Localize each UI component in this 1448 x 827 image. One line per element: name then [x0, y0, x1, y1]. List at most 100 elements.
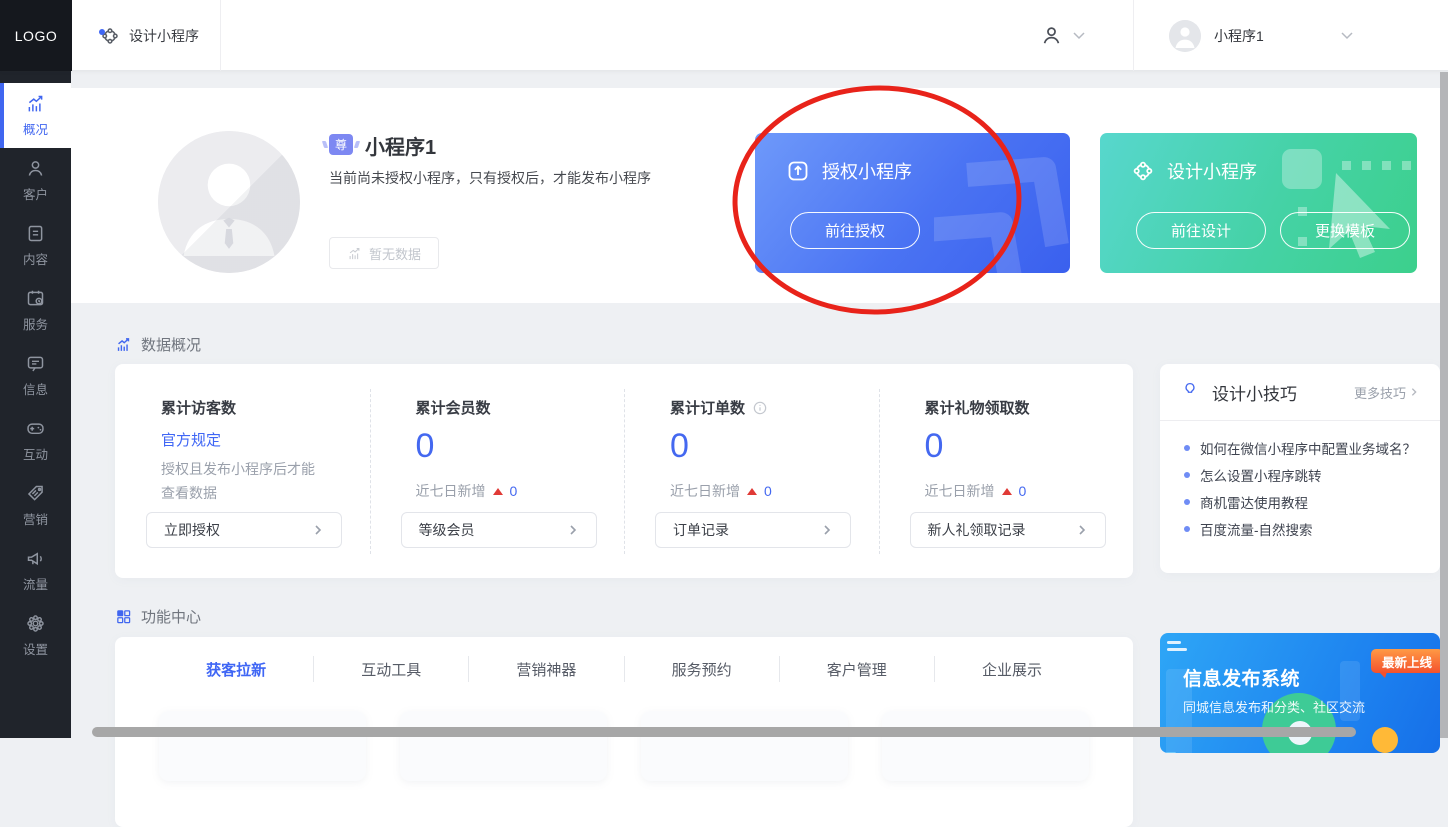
tip-item[interactable]: 百度流量-自然搜索 — [1184, 515, 1440, 542]
design-gear-icon — [1131, 159, 1155, 183]
tip-label: 如何在微信小程序中配置业务域名？ — [1200, 438, 1416, 458]
stat-visitors: 累计访客数 官方规定 授权且发布小程序后才能 查看数据 立即授权 — [115, 397, 370, 578]
data-overview-title: 数据概况 — [141, 334, 201, 355]
tip-label: 商机雷达使用教程 — [1200, 492, 1308, 512]
official-rules-link[interactable]: 官方规定 — [161, 429, 370, 450]
design-card-title: 设计小程序 — [1167, 158, 1257, 184]
stat-members: 累计会员数 0 近七日新增 0 等级会员 — [370, 397, 625, 578]
horizontal-scrollbar[interactable] — [92, 727, 1356, 737]
order-records-button[interactable]: 订单记录 — [655, 512, 851, 548]
sidebar-item-marketing[interactable]: 营销 — [0, 473, 71, 538]
sidebar-item-traffic[interactable]: 流量 — [0, 538, 71, 603]
vertical-scrollbar[interactable] — [1440, 72, 1448, 738]
stat-button-label: 等级会员 — [419, 520, 475, 540]
stat-title-row: 累计订单数 — [670, 397, 879, 418]
feature-grid-icon — [115, 608, 132, 625]
lightbulb-icon — [1181, 381, 1199, 403]
data-overview-icon — [115, 336, 132, 353]
traffic-icon — [25, 548, 46, 569]
customer-icon — [25, 158, 46, 179]
tips-header: 设计小技巧 更多技巧 — [1160, 364, 1440, 421]
chevron-right-icon — [821, 524, 833, 536]
bullet-icon — [1184, 472, 1190, 478]
tab-interactive-tools[interactable]: 互动工具 — [314, 659, 468, 680]
go-authorize-button[interactable]: 前往授权 — [790, 212, 920, 249]
stat-title: 累计访客数 — [161, 397, 370, 418]
authorize-card-title: 授权小程序 — [822, 158, 912, 184]
member-levels-button[interactable]: 等级会员 — [401, 512, 597, 548]
feature-subcard[interactable] — [641, 711, 848, 781]
service-icon — [25, 288, 46, 309]
chevron-right-icon — [1409, 387, 1419, 397]
chart-overview-icon — [25, 93, 46, 114]
stat-value: 0 — [925, 428, 1134, 465]
no-data-label: 暂无数据 — [369, 244, 421, 263]
account-chevron-down-icon — [1073, 32, 1085, 40]
workspace-name: 小程序1 — [1214, 26, 1264, 46]
chevron-right-icon — [312, 524, 324, 536]
tab-service-booking[interactable]: 服务预约 — [625, 659, 779, 680]
feature-center-title: 功能中心 — [141, 606, 201, 627]
gift-records-button[interactable]: 新人礼领取记录 — [910, 512, 1106, 548]
sidebar-item-settings[interactable]: 设置 — [0, 603, 71, 668]
trend-label: 近七日新增 — [925, 481, 995, 501]
account-menu[interactable] — [1040, 0, 1085, 71]
tip-item[interactable]: 商机雷达使用教程 — [1184, 488, 1440, 515]
authorize-now-button[interactable]: 立即授权 — [146, 512, 342, 548]
sidebar-item-interaction[interactable]: 互动 — [0, 408, 71, 473]
stat-title: 累计礼物领取数 — [925, 397, 1134, 418]
mini-program-desc: 当前尚未授权小程序，只有授权后，才能发布小程序 — [329, 168, 651, 188]
feature-subcard[interactable] — [882, 711, 1089, 781]
data-overview-heading: 数据概况 — [115, 334, 201, 355]
change-template-button[interactable]: 更换模板 — [1280, 212, 1410, 249]
trend-value: 0 — [764, 483, 772, 499]
sidebar-item-content[interactable]: 内容 — [0, 213, 71, 278]
account-person-icon — [1040, 24, 1063, 47]
no-data-button[interactable]: 暂无数据 — [329, 237, 439, 269]
stat-title: 累计会员数 — [416, 397, 625, 418]
chevron-right-icon — [567, 524, 579, 536]
feature-subcard[interactable] — [400, 711, 607, 781]
authorize-card[interactable]: 授权小程序 前往授权 — [755, 133, 1070, 273]
sidebar-item-label: 客户 — [23, 184, 48, 203]
tip-item[interactable]: 如何在微信小程序中配置业务域名？ — [1184, 434, 1440, 461]
workspace-switcher[interactable]: 小程序1 — [1133, 0, 1448, 71]
stat-trend: 近七日新增 0 — [925, 481, 1134, 501]
tip-item[interactable]: 怎么设置小程序跳转 — [1184, 461, 1440, 488]
stat-value: 0 — [416, 428, 625, 465]
new-release-badge: 最新上线 — [1371, 649, 1440, 673]
stat-trend: 近七日新增 0 — [670, 481, 879, 501]
sidebar-item-label: 服务 — [23, 314, 48, 333]
profile-avatar — [158, 131, 300, 273]
nav-design-mini-program[interactable]: 设计小程序 — [72, 0, 221, 71]
upload-icon — [786, 159, 810, 183]
info-icon[interactable] — [752, 400, 768, 416]
bullet-icon — [1184, 499, 1190, 505]
sidebar-item-label: 信息 — [23, 379, 48, 398]
stat-trend: 近七日新增 0 — [416, 481, 625, 501]
trend-up-icon — [493, 488, 503, 495]
tab-acquire-customers[interactable]: 获客拉新 — [159, 659, 313, 680]
sidebar-item-customers[interactable]: 客户 — [0, 148, 71, 213]
nav-design-label: 设计小程序 — [129, 26, 199, 46]
mini-program-title: 小程序1 — [365, 131, 436, 160]
stat-gifts: 累计礼物领取数 0 近七日新增 0 新人礼领取记录 — [879, 397, 1134, 578]
more-tips-link[interactable]: 更多技巧 — [1354, 383, 1419, 402]
feature-subcard[interactable] — [159, 711, 366, 781]
go-design-button[interactable]: 前往设计 — [1136, 212, 1266, 249]
design-card[interactable]: 设计小程序 前往设计 更换模板 — [1100, 133, 1417, 273]
sidebar-item-messages[interactable]: 信息 — [0, 343, 71, 408]
tab-marketing-tools[interactable]: 营销神器 — [469, 659, 623, 680]
workspace-avatar — [1169, 20, 1201, 52]
interact-icon — [25, 418, 46, 439]
sidebar-item-overview[interactable]: 概况 — [0, 83, 71, 148]
tab-company-showcase[interactable]: 企业展示 — [935, 659, 1089, 680]
marketing-icon — [25, 483, 46, 504]
tab-customer-management[interactable]: 客户管理 — [780, 659, 934, 680]
stat-note: 授权且发布小程序后才能 查看数据 — [161, 457, 370, 505]
vip-badge: 尊 — [329, 134, 353, 155]
trend-up-icon — [1002, 488, 1012, 495]
banner-title: 信息发布系统 — [1183, 664, 1300, 691]
sidebar-item-services[interactable]: 服务 — [0, 278, 71, 343]
tip-label: 怎么设置小程序跳转 — [1200, 465, 1322, 485]
